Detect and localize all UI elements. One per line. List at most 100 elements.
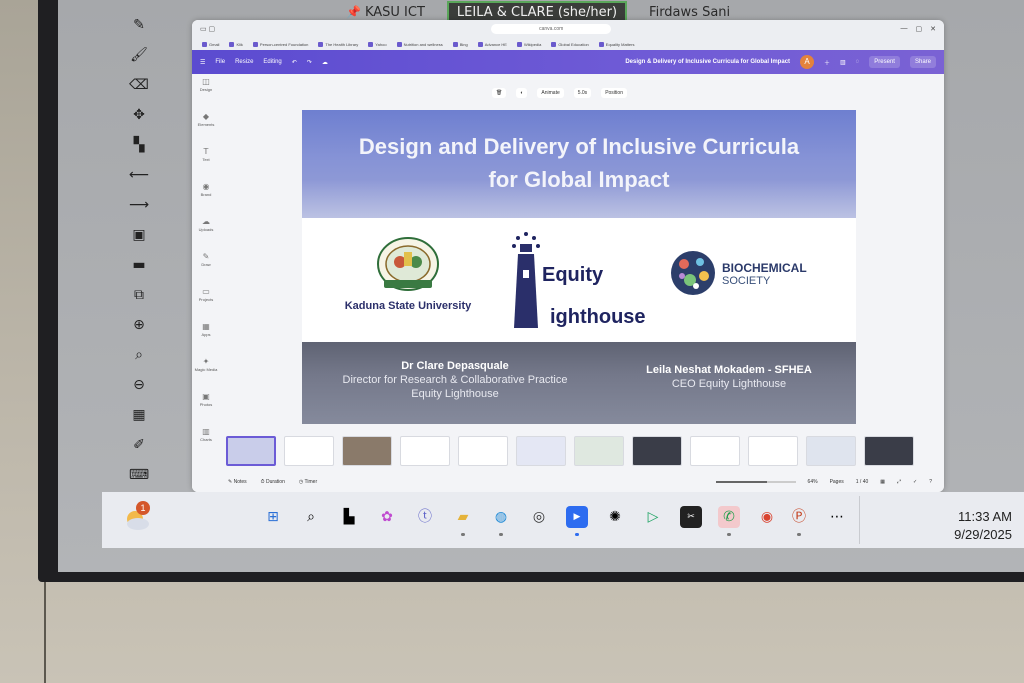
undo-icon[interactable]: ↶ (292, 59, 297, 66)
slide-canvas[interactable]: Design and Delivery of Inclusive Curricu… (302, 110, 856, 424)
zoom-slider[interactable] (715, 481, 796, 483)
trash-icon[interactable]: 🗑 (492, 88, 507, 98)
bookmark-item[interactable]: Equality Matters (598, 41, 634, 47)
camera-icon[interactable]: ◎ (528, 506, 550, 528)
bookmark-item[interactable]: Person-centred Foundation (252, 41, 308, 47)
zoom-out-icon[interactable]: ⊖ (128, 374, 150, 396)
color-icon[interactable]: ◐ (516, 88, 528, 98)
page-thumbnail[interactable] (806, 436, 856, 466)
tab-icon[interactable]: ▭ ▢ (200, 25, 215, 33)
participant-tile[interactable]: 📌 KASU ICT (338, 3, 433, 22)
add-collaborator-icon[interactable]: ＋ (824, 58, 830, 67)
rail-magic-media[interactable]: ✦ Magic Media (192, 357, 220, 389)
rail-design[interactable]: ◫ Design (192, 77, 220, 109)
bookmark-item[interactable]: Global Education (551, 41, 589, 47)
zoom-app-icon[interactable]: ▶ (566, 506, 588, 536)
pages-button[interactable]: Pages (830, 479, 844, 485)
chrome-icon[interactable]: ◉ (756, 506, 778, 528)
check-icon[interactable]: ✓ (913, 479, 917, 485)
document-title[interactable]: Design & Delivery of Inclusive Curricula… (625, 59, 790, 65)
maximize-icon[interactable]: ▢ (916, 25, 923, 33)
teams-icon[interactable]: ⓣ (414, 506, 436, 528)
duration-button[interactable]: ⏱ Duration (261, 479, 285, 485)
page-thumbnail[interactable] (864, 436, 914, 466)
page-thumbnail[interactable] (400, 436, 450, 466)
page-thumbnail[interactable] (632, 436, 682, 466)
avatar[interactable]: A (800, 55, 815, 69)
grid-icon[interactable]: ▦ (128, 404, 150, 426)
whatsapp-icon[interactable]: ✆ (718, 506, 740, 536)
bookmark-item[interactable]: Nutrition and wellness (396, 41, 443, 47)
bookmark-item[interactable]: Bing (452, 41, 468, 47)
bookmark-item[interactable]: Advance HE (477, 41, 507, 47)
move-icon[interactable]: ✥ (128, 104, 150, 126)
pen-icon[interactable]: ✎ (128, 14, 150, 36)
page-thumbnail[interactable] (748, 436, 798, 466)
rail-uploads[interactable]: ☁ Uploads (192, 217, 220, 249)
copilot-icon[interactable]: ✿ (376, 506, 398, 528)
chatgpt-icon[interactable]: ✺ (604, 506, 626, 528)
search-icon[interactable]: ⌕ (300, 506, 322, 528)
play-store-icon[interactable]: ▷ (642, 506, 664, 528)
comment-icon[interactable]: ◌ (856, 59, 860, 65)
edit-icon[interactable]: ✐ (128, 434, 150, 456)
hamburger-icon[interactable]: ☰ (200, 59, 205, 66)
weather-widget[interactable]: 1 (122, 501, 152, 534)
page-thumbnail[interactable] (284, 436, 334, 466)
rail-projects[interactable]: ▭ Projects (192, 287, 220, 319)
duration-button[interactable]: 5.0s (573, 88, 592, 98)
rail-text[interactable]: T Text (192, 147, 220, 179)
undo-icon[interactable]: ⟵ (128, 164, 150, 186)
share-button[interactable]: Share (909, 56, 936, 68)
grid-view-icon[interactable]: ▦ (880, 479, 885, 485)
page-thumbnail[interactable] (690, 436, 740, 466)
powerpoint-icon[interactable]: Ⓟ (788, 506, 810, 536)
highlighter-icon[interactable]: 🖌 (128, 44, 150, 66)
more-icon[interactable]: ⋯ (826, 506, 848, 528)
keyboard-icon[interactable]: ⌨ (128, 464, 150, 486)
select-icon[interactable]: ▚ (128, 134, 150, 156)
bookmark-item[interactable]: Yahoo (368, 41, 387, 47)
rail-charts[interactable]: ▥ Charts (192, 427, 220, 459)
fullscreen-icon[interactable]: ⤢ (897, 479, 901, 485)
resize-menu[interactable]: Resize (235, 59, 253, 65)
zoom-level[interactable]: 64% (808, 479, 818, 485)
edge-icon[interactable]: ◍ (490, 506, 512, 536)
animate-button[interactable]: Animate (537, 88, 564, 98)
minimize-icon[interactable]: — (901, 25, 908, 33)
close-icon[interactable]: ✕ (930, 25, 936, 33)
rail-elements[interactable]: ◆ Elements (192, 112, 220, 144)
save-icon[interactable]: ▣ (128, 224, 150, 246)
timer-button[interactable]: ◷ Timer (299, 479, 317, 485)
file-explorer-icon[interactable]: ▰ (452, 506, 474, 536)
present-button[interactable]: Present (869, 56, 900, 68)
zoom-icon[interactable]: ⌕ (128, 344, 150, 366)
task-view-icon[interactable]: ▙ (338, 506, 360, 528)
editing-menu[interactable]: Editing (263, 59, 281, 65)
redo-icon[interactable]: ↷ (307, 59, 312, 66)
zoom-in-icon[interactable]: ⊕ (128, 314, 150, 336)
page-thumbnail[interactable] (574, 436, 624, 466)
notes-button[interactable]: ✎ Notes (228, 479, 247, 485)
page-thumbnail[interactable] (458, 436, 508, 466)
capcut-icon[interactable]: ✂ (680, 506, 702, 528)
screen-icon[interactable]: ⧉ (128, 284, 150, 306)
rail-brand[interactable]: ◉ Brand (192, 182, 220, 214)
bookmark-item[interactable]: The Health Library (318, 41, 358, 47)
rail-draw[interactable]: ✎ Draw (192, 252, 220, 284)
cloud-save-icon[interactable]: ☁ (322, 59, 328, 66)
participant-tile[interactable]: Firdaws Sani (641, 3, 738, 22)
file-menu[interactable]: File (215, 59, 225, 65)
redo-icon[interactable]: ⟶ (128, 194, 150, 216)
page-thumbnail[interactable] (516, 436, 566, 466)
bookmark-item[interactable]: Klik (229, 41, 243, 47)
bookmark-item[interactable]: Gmail (202, 41, 219, 47)
windows-icon[interactable]: ⊞ (262, 506, 284, 528)
address-bar[interactable]: canva.com (491, 24, 612, 34)
page-thumbnail[interactable] (342, 436, 392, 466)
page-thumbnail[interactable] (226, 436, 276, 466)
rail-apps[interactable]: ▦ Apps (192, 322, 220, 354)
folder-icon[interactable]: ▬ (128, 254, 150, 276)
position-button[interactable]: Position (601, 88, 627, 98)
taskbar-clock[interactable]: 11:33 AM 9/29/2025 (954, 508, 1012, 544)
